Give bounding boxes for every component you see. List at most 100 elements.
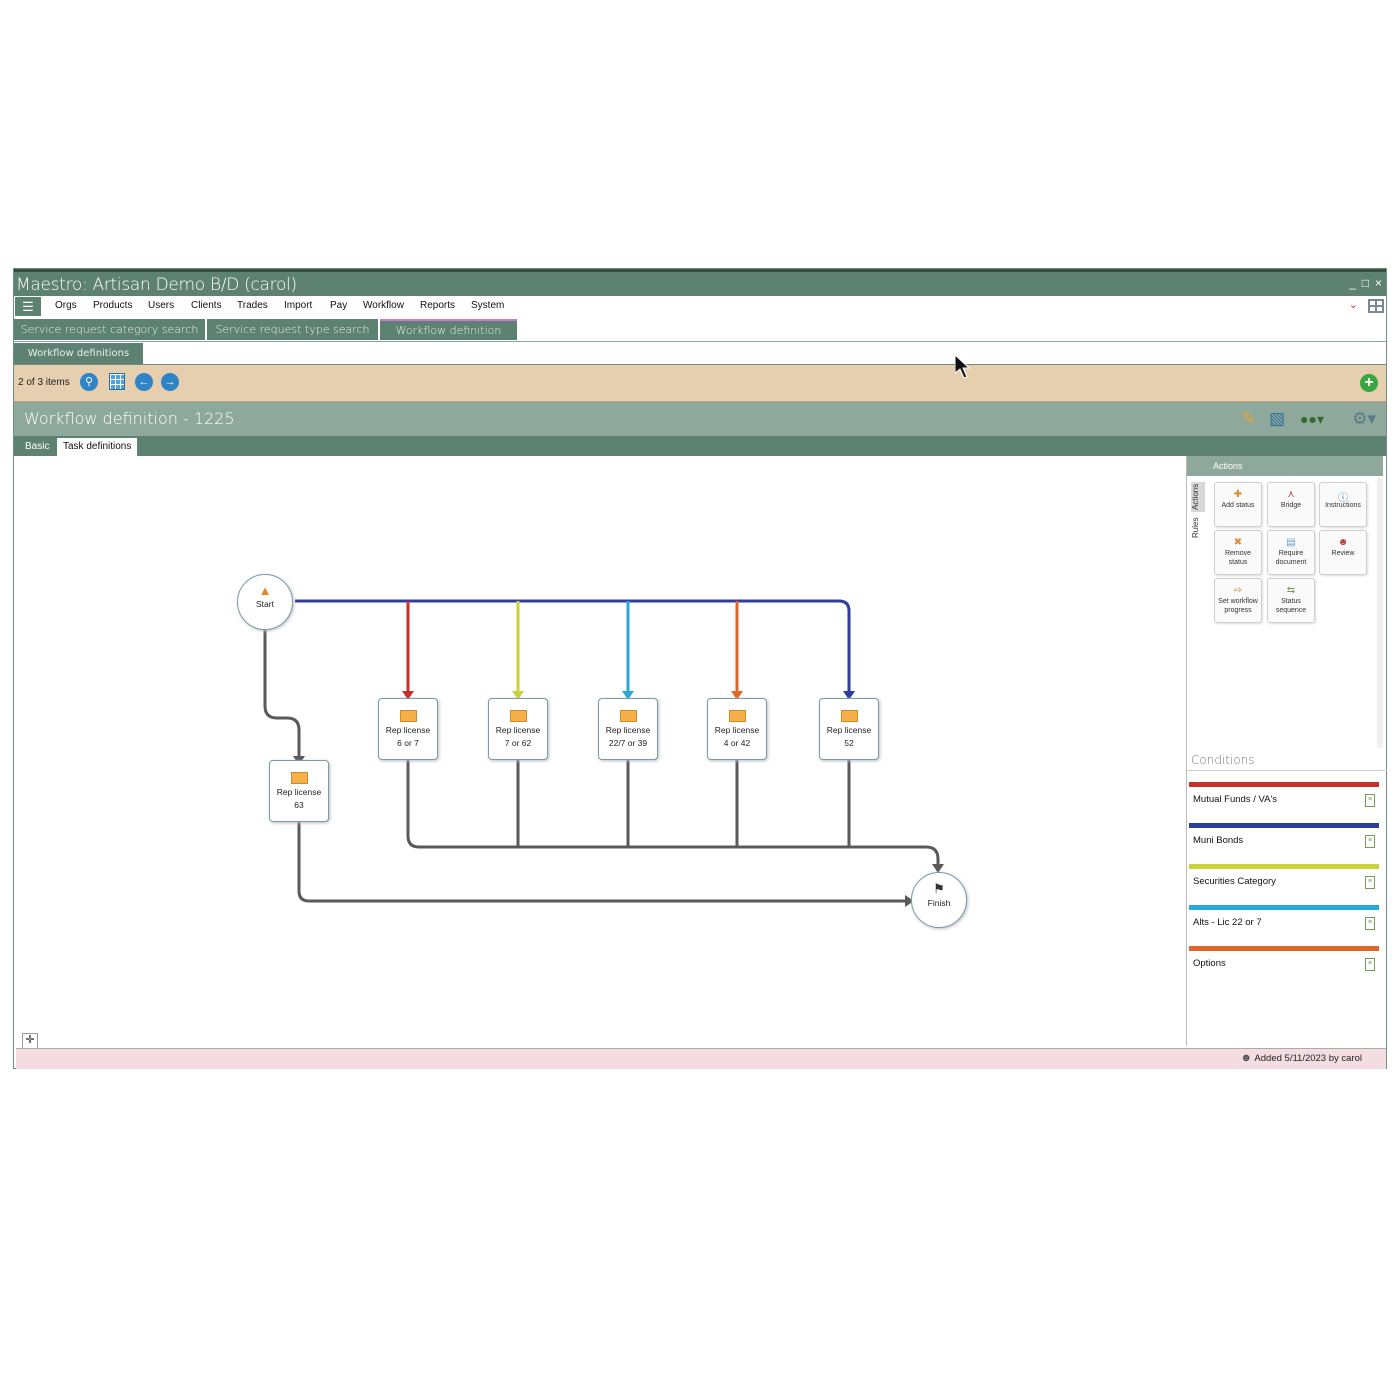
review-button[interactable]: ☻ Review: [1319, 530, 1367, 575]
task-node-sublabel: 4 or 42: [723, 738, 751, 748]
clipboard-icon[interactable]: ≡: [1365, 876, 1375, 889]
tab-workflow-definitions[interactable]: Workflow definitions: [14, 343, 143, 364]
condition-item[interactable]: Muni Bonds ≡: [1189, 823, 1379, 859]
status-sequence-button[interactable]: ⇆ Status sequence: [1267, 578, 1315, 623]
back-arrow-icon[interactable]: ←: [135, 373, 153, 391]
detail-tabs: Basic Task definitions: [14, 436, 1386, 456]
pan-icon[interactable]: ✛: [22, 1033, 38, 1049]
task-node-22-7or39[interactable]: Rep license 22/7 or 39: [598, 698, 658, 760]
task-node-6or7[interactable]: Rep license 6 or 7: [378, 698, 438, 760]
document-icon: ▤: [1286, 537, 1296, 548]
binoculars-icon[interactable]: ●●▾: [1300, 411, 1324, 428]
menu-system[interactable]: System: [471, 300, 504, 311]
tab-workflow-definition[interactable]: Workflow definition: [380, 319, 517, 340]
condition-label: Securities Category: [1193, 876, 1276, 887]
menu-users[interactable]: Users: [148, 300, 174, 311]
clipboard-icon[interactable]: ≡: [1365, 958, 1375, 971]
add-status-button[interactable]: ✚ Add status: [1214, 482, 1262, 527]
remove-status-label: Remove status: [1224, 550, 1252, 566]
progress-icon: ⇨: [1233, 585, 1243, 596]
condition-color-bar: [1189, 782, 1379, 787]
task-node-4or42[interactable]: Rep license 4 or 42: [707, 698, 767, 760]
bridge-label: Bridge: [1280, 502, 1302, 509]
condition-color-bar: [1189, 864, 1379, 869]
require-document-button[interactable]: ▤ Require document: [1267, 530, 1315, 575]
task-image-icon: [399, 710, 417, 722]
task-node-sublabel: 7 or 62: [504, 738, 532, 748]
rocket-icon: ▲: [258, 583, 272, 598]
task-node-sublabel: 22/7 or 39: [608, 738, 648, 748]
instructions-button[interactable]: ⓘ Instructions: [1319, 482, 1367, 527]
condition-color-bar: [1189, 946, 1379, 951]
info-icon: ⓘ: [1338, 493, 1348, 504]
tab-task-definitions[interactable]: Task definitions: [57, 438, 138, 456]
bridge-button[interactable]: ⋏ Bridge: [1267, 482, 1315, 527]
condition-item[interactable]: Alts - Lic 22 or 7 ≡: [1189, 905, 1379, 941]
status-footer: ☻ Added 5/11/2023 by carol: [16, 1048, 1386, 1069]
search-icon[interactable]: ⚲: [80, 373, 98, 391]
task-node-63[interactable]: Rep license 63: [269, 760, 329, 822]
page-tabs: Service request category search Service …: [14, 319, 1386, 342]
condition-item[interactable]: Securities Category ≡: [1189, 864, 1379, 900]
sub-tabs: Workflow definitions: [14, 343, 1386, 365]
tab-service-request-category-search[interactable]: Service request category search: [14, 319, 205, 340]
apps-grid-icon[interactable]: [1368, 299, 1384, 313]
remove-status-button[interactable]: ✖ Remove status: [1214, 530, 1262, 575]
condition-color-bar: [1189, 905, 1379, 910]
close-button[interactable]: ×: [1375, 276, 1382, 290]
trash-icon[interactable]: ▧: [1269, 409, 1285, 429]
title-bar: Maestro: Artisan Demo B/D (carol) _ □ ×: [14, 269, 1386, 296]
pencil-icon[interactable]: ✎: [1242, 409, 1256, 429]
remove-status-icon: ✖: [1233, 537, 1243, 548]
clipboard-icon[interactable]: ≡: [1365, 794, 1375, 807]
tab-actions-vertical[interactable]: Actions: [1191, 482, 1205, 512]
condition-item[interactable]: Options ≡: [1189, 946, 1379, 982]
workflow-canvas[interactable]: ▲ Start Rep license 6 or 7 Rep license 7…: [16, 456, 1186, 1068]
chevron-down-icon[interactable]: ⌄: [1349, 298, 1358, 311]
menu-import[interactable]: Import: [284, 300, 312, 311]
add-icon[interactable]: +: [1360, 374, 1378, 392]
condition-label: Muni Bonds: [1193, 835, 1244, 846]
set-workflow-progress-button[interactable]: ⇨ Set workflow progress: [1214, 578, 1262, 623]
actions-panel: Actions Actions Rules ✚ Add status ⋏ Bri…: [1186, 456, 1387, 1046]
menu-reports[interactable]: Reports: [420, 300, 455, 311]
menu-products[interactable]: Products: [93, 300, 132, 311]
record-count: 2 of 3 items: [18, 377, 70, 388]
tab-basic[interactable]: Basic: [19, 438, 55, 456]
add-status-label: Add status: [1221, 502, 1255, 509]
tab-rules-vertical[interactable]: Rules: [1191, 516, 1205, 540]
maximize-button[interactable]: □: [1362, 276, 1369, 290]
start-node[interactable]: ▲ Start: [237, 574, 293, 630]
menu-workflow[interactable]: Workflow: [363, 300, 404, 311]
task-node-7or62[interactable]: Rep license 7 or 62: [488, 698, 548, 760]
task-node-label: Rep license: [495, 725, 541, 735]
forward-arrow-icon[interactable]: →: [161, 373, 179, 391]
condition-color-bar: [1189, 823, 1379, 828]
gear-icon[interactable]: ⚙▾: [1352, 409, 1376, 429]
conditions-heading: Conditions: [1187, 750, 1387, 771]
menu-pay[interactable]: Pay: [330, 300, 347, 311]
task-image-icon: [509, 710, 527, 722]
require-document-label: Require document: [1275, 550, 1307, 566]
sequence-icon: ⇆: [1286, 585, 1296, 596]
hamburger-menu-icon[interactable]: ☰: [15, 297, 41, 316]
minimize-button[interactable]: _: [1349, 276, 1356, 290]
finish-node[interactable]: ⚑ Finish: [911, 872, 967, 928]
bridge-icon: ⋏: [1287, 489, 1295, 500]
clipboard-icon[interactable]: ≡: [1365, 835, 1375, 848]
clipboard-icon[interactable]: ≡: [1365, 917, 1375, 930]
menu-trades[interactable]: Trades: [237, 300, 268, 311]
menu-clients[interactable]: Clients: [191, 300, 222, 311]
app-window: Maestro: Artisan Demo B/D (carol) _ □ × …: [13, 268, 1387, 1069]
menu-orgs[interactable]: Orgs: [55, 300, 77, 311]
start-node-label: Start: [256, 599, 274, 609]
record-header: Workflow definition - 1225 ✎ ▧ ●●▾ ⚙▾: [14, 402, 1386, 436]
condition-item[interactable]: Mutual Funds / VA's ≡: [1189, 782, 1379, 818]
task-node-label: Rep license: [826, 725, 872, 735]
task-node-52[interactable]: Rep license 52: [819, 698, 879, 760]
actions-scrollbar[interactable]: [1377, 478, 1383, 748]
task-node-sublabel: 63: [294, 800, 304, 810]
task-node-label: Rep license: [605, 725, 651, 735]
calendar-icon[interactable]: [109, 373, 125, 390]
tab-service-request-type-search[interactable]: Service request type search: [207, 319, 378, 340]
